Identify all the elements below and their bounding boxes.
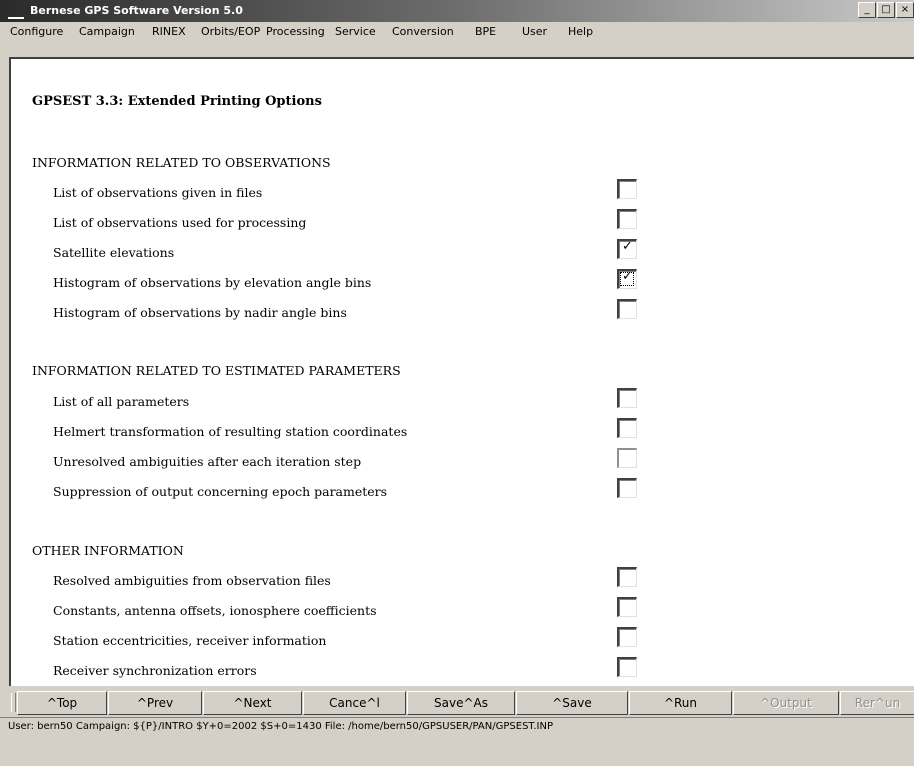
option-label: List of all parameters bbox=[53, 394, 190, 409]
check-mark-icon: ✓ bbox=[622, 239, 633, 254]
minimize-button[interactable]: _ bbox=[858, 2, 876, 18]
menu-user[interactable]: User bbox=[522, 26, 547, 38]
option-label: Helmert transformation of resulting stat… bbox=[53, 424, 408, 439]
checkbox-unresolved-ambiguities[interactable] bbox=[617, 448, 637, 468]
menu-conversion[interactable]: Conversion bbox=[392, 26, 454, 38]
page-title: GPSEST 3.3: Extended Printing Options bbox=[32, 94, 322, 109]
option-label: Satellite elevations bbox=[53, 245, 175, 260]
checkbox-receiver-sync-errors[interactable] bbox=[617, 657, 637, 677]
checkbox-satellite-elevations[interactable]: ✓ bbox=[617, 239, 637, 259]
status-bar: User: bern50 Campaign: ${P}/INTRO $Y+0=2… bbox=[0, 717, 914, 736]
option-label: List of observations given in files bbox=[53, 185, 263, 200]
checkbox-station-eccentricities[interactable] bbox=[617, 627, 637, 647]
window-controls: _ □ × bbox=[857, 2, 914, 20]
menu-orbits-eop[interactable]: Orbits/EOP bbox=[201, 26, 260, 38]
checkbox-obs-used-for-processing[interactable] bbox=[617, 209, 637, 229]
menu-service[interactable]: Service bbox=[335, 26, 376, 38]
next-button[interactable]: ^Next bbox=[203, 691, 302, 715]
menu-bar: Configure Campaign RINEX Orbits/EOP Proc… bbox=[0, 22, 914, 42]
checkbox-helmert-transformation[interactable] bbox=[617, 418, 637, 438]
menu-help[interactable]: Help bbox=[568, 26, 593, 38]
option-label: Unresolved ambiguities after each iterat… bbox=[53, 454, 362, 469]
output-button[interactable]: ^Output bbox=[733, 691, 839, 715]
checkbox-resolved-ambiguities[interactable] bbox=[617, 567, 637, 587]
status-text: User: bern50 Campaign: ${P}/INTRO $Y+0=2… bbox=[8, 721, 553, 732]
save-button[interactable]: ^Save bbox=[516, 691, 628, 715]
checkbox-suppress-epoch-output[interactable] bbox=[617, 478, 637, 498]
prev-button[interactable]: ^Prev bbox=[108, 691, 202, 715]
option-label: Suppression of output concerning epoch p… bbox=[53, 484, 388, 499]
check-mark-icon: ✓ bbox=[622, 269, 633, 284]
checkbox-histogram-elevation-bins[interactable]: ✓ bbox=[617, 269, 637, 289]
window-title: Bernese GPS Software Version 5.0 bbox=[30, 4, 243, 17]
rerun-button[interactable]: Rer^un bbox=[840, 691, 914, 715]
checkbox-constants-antenna-ionosphere[interactable] bbox=[617, 597, 637, 617]
toolbar-grip[interactable] bbox=[11, 693, 16, 712]
window-menu-icon[interactable] bbox=[8, 3, 24, 19]
run-button[interactable]: ^Run bbox=[629, 691, 732, 715]
cancel-button[interactable]: Cance^l bbox=[303, 691, 406, 715]
menu-configure[interactable]: Configure bbox=[10, 26, 63, 38]
top-button[interactable]: ^Top bbox=[17, 691, 107, 715]
menu-campaign[interactable]: Campaign bbox=[79, 26, 135, 38]
checkbox-list-all-parameters[interactable] bbox=[617, 388, 637, 408]
option-label: Station eccentricities, receiver informa… bbox=[53, 633, 327, 648]
section-heading-observations: INFORMATION RELATED TO OBSERVATIONS bbox=[32, 155, 331, 170]
option-label: Receiver synchronization errors bbox=[53, 663, 257, 678]
button-bar: ^Top ^Prev ^Next Cance^l Save^As ^Save ^… bbox=[9, 690, 914, 716]
menu-rinex[interactable]: RINEX bbox=[152, 26, 186, 38]
options-panel: GPSEST 3.3: Extended Printing Options IN… bbox=[9, 57, 914, 686]
option-label: Histogram of observations by elevation a… bbox=[53, 275, 372, 290]
maximize-button[interactable]: □ bbox=[877, 2, 895, 18]
menu-bpe[interactable]: BPE bbox=[475, 26, 496, 38]
save-as-button[interactable]: Save^As bbox=[407, 691, 515, 715]
section-heading-estimated-parameters: INFORMATION RELATED TO ESTIMATED PARAMET… bbox=[32, 363, 401, 378]
close-button[interactable]: × bbox=[896, 2, 914, 18]
option-label: Resolved ambiguities from observation fi… bbox=[53, 573, 331, 588]
section-heading-other: OTHER INFORMATION bbox=[32, 543, 184, 558]
option-label: List of observations used for processing bbox=[53, 215, 307, 230]
title-bar[interactable]: Bernese GPS Software Version 5.0 _ □ × bbox=[0, 0, 914, 22]
option-label: Histogram of observations by nadir angle… bbox=[53, 305, 347, 320]
menu-processing[interactable]: Processing bbox=[266, 26, 325, 38]
checkbox-histogram-nadir-bins[interactable] bbox=[617, 299, 637, 319]
checkbox-obs-given-in-files[interactable] bbox=[617, 179, 637, 199]
option-label: Constants, antenna offsets, ionosphere c… bbox=[53, 603, 377, 618]
